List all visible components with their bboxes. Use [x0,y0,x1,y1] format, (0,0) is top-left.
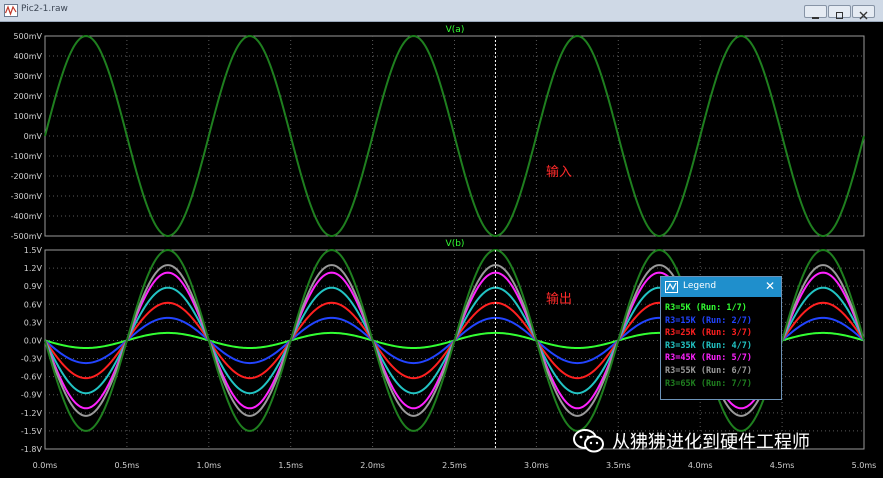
legend-entry[interactable]: R3=35K (Run: 4/7) [665,340,752,353]
y-tick-label: -1.8V [21,445,43,454]
legend-icon [665,281,678,293]
x-tick-label: 0.0ms [33,461,58,470]
legend-entry[interactable]: R3=65K (Run: 7/7) [665,378,752,391]
legend-entry[interactable]: R3=55K (Run: 6/7) [665,365,752,378]
y-tick-label: 0.3V [24,318,43,327]
y-tick-label: -0.3V [21,355,43,364]
waveform-plot-area[interactable]: V(a) 500mV 400mV 300mV 200mV 100mV 0mV -100mV -… [0,22,883,478]
legend-header[interactable]: Legend ✕ [661,277,781,297]
window-titlebar[interactable]: Pic2-1.raw [0,0,883,22]
pane-top-y-tick-labels: 500mV 400mV 300mV 200mV 100mV 0mV -100mV -200mV… [11,32,43,241]
x-tick-label: 1.0ms [196,461,221,470]
close-button[interactable] [852,5,875,20]
y-tick-label: -1.5V [21,427,43,436]
window-title: Pic2-1.raw [21,4,68,14]
y-tick-label: 0.6V [24,300,43,309]
y-tick-label: 200mV [13,92,42,101]
restore-button[interactable] [828,5,851,19]
legend-entry[interactable]: R3=5K (Run: 1/7) [665,302,752,315]
pane-bottom-y-tick-labels: 1.5V 1.2V 0.9V 0.6V 0.3V 0.0V -0.3V -0.6V -0.9V -… [21,246,43,454]
x-tick-label: 3.5ms [606,461,631,470]
y-tick-label: -100mV [11,152,43,161]
y-tick-label: -0.6V [21,373,43,382]
x-tick-label: 0.5ms [115,461,140,470]
y-tick-label: -0.9V [21,391,43,400]
minimize-button[interactable] [804,5,827,19]
y-tick-label: -1.2V [21,409,43,418]
legend-entry[interactable]: R3=15K (Run: 2/7) [665,315,752,328]
minimize-icon [812,17,819,19]
output-annotation: 输出 [546,292,573,307]
pane-top-title: V(a) [446,25,465,35]
legend-entry[interactable]: R3=45K (Run: 5/7) [665,352,752,365]
x-tick-labels: 0.0ms 0.5ms 1.0ms 1.5ms 2.0ms 2.5ms 3.0ms 3.5ms… [33,461,877,470]
y-tick-label: -400mV [11,212,43,221]
y-tick-label: -500mV [11,232,43,241]
legend-window[interactable]: Legend ✕ R3=5K (Run: 1/7) R3=15K (Run: 2/… [660,276,782,400]
legend-close-icon[interactable]: ✕ [765,279,775,293]
legend-entries: R3=5K (Run: 1/7) R3=15K (Run: 2/7) R3=25K … [665,302,752,390]
x-tick-label: 4.5ms [770,461,795,470]
pane-bottom-title: V(b) [446,239,465,249]
x-tick-label: 2.0ms [360,461,385,470]
y-tick-label: -300mV [11,192,43,201]
y-tick-label: -200mV [11,172,43,181]
x-tick-label: 2.5ms [442,461,467,470]
y-tick-label: 500mV [13,32,42,41]
restore-icon [836,12,843,19]
watermark-text: 从狒狒进化到硬件工程师 [612,432,810,453]
x-tick-label: 5.0ms [852,461,877,470]
y-tick-label: 0.0V [24,336,43,345]
x-tick-label: 1.5ms [278,461,303,470]
y-tick-label: 1.5V [24,246,43,255]
input-annotation: 输入 [546,165,573,180]
waveform-app-icon [4,4,18,17]
y-tick-label: 400mV [13,52,42,61]
wechat-icon [573,429,604,453]
x-tick-label: 4.0ms [688,461,713,470]
y-tick-label: 1.2V [24,264,43,273]
legend-entry[interactable]: R3=25K (Run: 3/7) [665,327,752,340]
y-tick-label: 0mV [24,132,43,141]
x-tick-label: 3.0ms [524,461,549,470]
y-tick-label: 300mV [13,72,42,81]
close-icon [859,11,868,20]
legend-title: Legend [683,281,717,291]
y-tick-label: 0.9V [24,282,43,291]
y-tick-label: 100mV [13,112,42,121]
pane-top[interactable]: V(a) 500mV 400mV 300mV 200mV 100mV 0mV -100mV -… [11,25,865,241]
